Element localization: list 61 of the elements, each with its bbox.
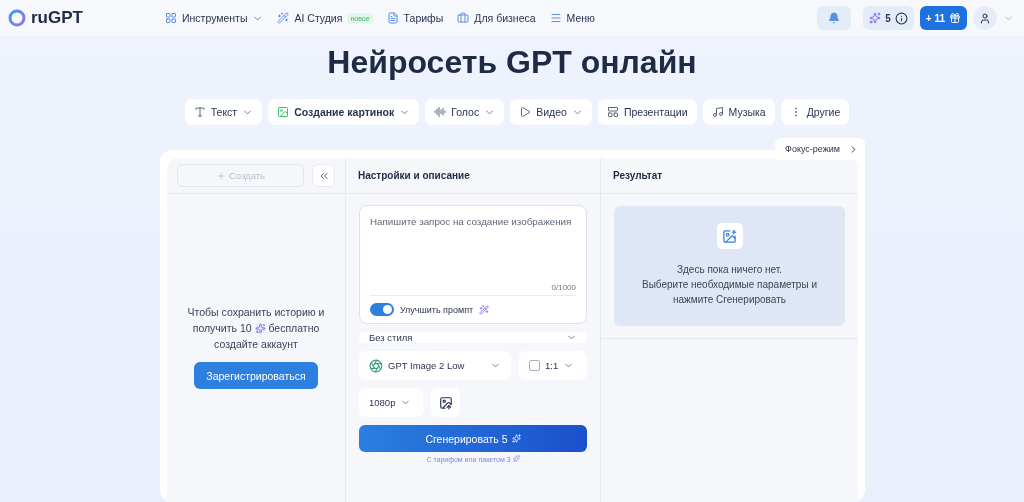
generate-button[interactable]: Сгенерировать 5 xyxy=(359,425,587,452)
nav-icon xyxy=(165,12,177,24)
ratio-select[interactable]: 1:1 xyxy=(519,351,587,380)
resolution-select[interactable]: 1080p xyxy=(359,388,423,417)
register-button[interactable]: Зарегистрироваться xyxy=(194,362,318,389)
gift-icon xyxy=(949,12,961,24)
char-counter: 0/1000 xyxy=(551,283,576,294)
sparkle-icon xyxy=(254,323,266,334)
tab-icon xyxy=(277,106,290,118)
notifications-button[interactable] xyxy=(817,6,852,30)
nav-link[interactable]: Для бизнеса xyxy=(457,12,536,24)
category-tab[interactable]: Голос xyxy=(425,99,505,125)
bonus-button[interactable]: + 11 xyxy=(919,6,967,30)
page-title: Нейросеть GPT онлайн xyxy=(326,44,698,81)
nav-link[interactable]: Тарифы xyxy=(386,12,444,24)
nav-link[interactable]: Инструменты xyxy=(165,12,264,24)
tab-icon xyxy=(434,106,447,118)
result-heading: Результат xyxy=(612,170,663,181)
image-upload-button[interactable] xyxy=(431,388,460,417)
image-icon xyxy=(722,228,737,244)
square-icon xyxy=(529,360,540,371)
prompt-field[interactable]: Напишите запрос на создание изображения 0/1000 Улучшить промпт xyxy=(359,205,587,324)
category-tab[interactable]: Видео xyxy=(510,99,592,125)
user-icon xyxy=(979,11,991,25)
empty-message: Здесь пока ничего нет. Выберите необходимые параметры и нажмите Сгенерировать xyxy=(642,263,817,307)
enhance-label: Улучшить промпт xyxy=(400,304,474,315)
tab-icon xyxy=(606,106,619,118)
category-tab[interactable]: Презентации xyxy=(597,99,697,125)
category-tab[interactable]: Другие xyxy=(780,99,850,125)
info-icon xyxy=(894,11,908,25)
wand-icon xyxy=(479,304,490,315)
focus-mode-button[interactable]: Фокус-режим xyxy=(775,138,865,160)
nav-icon xyxy=(549,12,562,24)
user-avatar[interactable] xyxy=(973,6,997,30)
tab-icon xyxy=(519,106,532,118)
sparkle-icon xyxy=(511,434,521,443)
collapse-button[interactable] xyxy=(312,164,335,187)
category-tab[interactable]: Текст xyxy=(184,99,263,125)
category-tab[interactable]: Музыка xyxy=(702,99,775,125)
settings-heading: Настройки и описание xyxy=(357,170,470,181)
tab-icon xyxy=(193,106,206,118)
model-select[interactable]: GPT Image 2 Low xyxy=(359,351,511,380)
nav-icon xyxy=(386,12,399,24)
image-add-icon xyxy=(438,395,453,410)
logo-icon xyxy=(8,9,26,27)
category-tab[interactable]: Создание картинок xyxy=(268,99,420,125)
credits-button[interactable]: 5 xyxy=(863,6,914,30)
sparkle-icon xyxy=(512,455,520,462)
sparkle-icon xyxy=(869,12,882,24)
model-icon xyxy=(369,358,383,373)
nav-link[interactable]: Меню xyxy=(549,12,595,24)
tab-icon xyxy=(711,106,724,118)
prompt-placeholder: Напишите запрос на создание изображения xyxy=(370,216,573,227)
bell-icon xyxy=(828,12,841,24)
signup-prompt: Чтобы сохранить историю и получить 10 бесплатно создайте аккаунт xyxy=(186,305,326,352)
nav-icon xyxy=(457,12,470,24)
style-select[interactable]: Без стиля xyxy=(359,332,587,343)
nav-icon xyxy=(277,12,290,24)
plus-icon xyxy=(215,170,226,181)
logo-text[interactable]: ruGPT xyxy=(31,8,83,28)
enhance-toggle[interactable] xyxy=(370,303,394,316)
